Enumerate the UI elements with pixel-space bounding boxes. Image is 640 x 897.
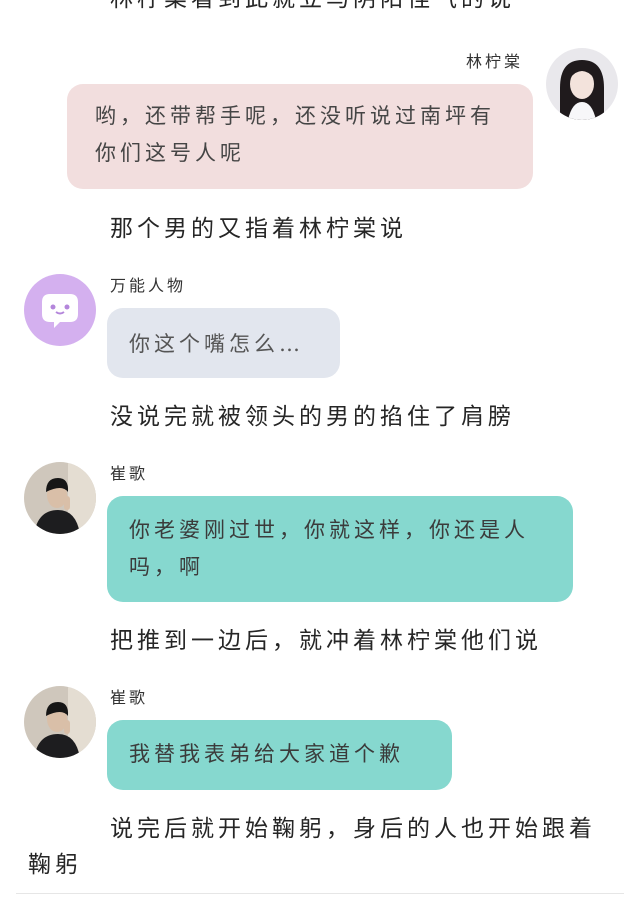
avatar[interactable]: [24, 462, 96, 534]
sender-name: 崔歌: [110, 464, 149, 483]
avatar[interactable]: [546, 48, 618, 120]
divider: [16, 893, 624, 894]
sender-name: 林柠棠: [466, 52, 524, 71]
avatar[interactable]: [24, 686, 96, 758]
message-bubble[interactable]: 哟，还带帮手呢，还没听说过南坪有你们这号人呢: [67, 84, 533, 189]
sender-name: 崔歌: [110, 688, 149, 707]
avatar[interactable]: [24, 274, 96, 346]
narration-line: 说完后就开始鞠躬，身后的人也开始跟着鞠躬: [28, 816, 596, 878]
message-bubble[interactable]: 你这个嘴怎么…: [107, 308, 340, 378]
narration-line: 把推到一边后，就冲着林柠棠他们说: [110, 628, 542, 654]
man-portrait-icon: [24, 686, 96, 758]
chat-bubble-face-icon: [24, 274, 96, 346]
sender-name: 万能人物: [110, 276, 187, 295]
narration-line: 没说完就被领头的男的掐住了肩膀: [110, 404, 515, 430]
man-portrait-icon: [24, 462, 96, 534]
narration-line: 林柠棠看到此就立马阴阳怪气的说: [110, 0, 515, 18]
message-bubble[interactable]: 你老婆刚过世，你就这样，你还是人吗，啊: [107, 496, 573, 602]
message-bubble[interactable]: 我替我表弟给大家道个歉: [107, 720, 452, 790]
narration-line: 那个男的又指着林柠棠说: [110, 216, 407, 242]
girl-portrait-icon: [546, 48, 618, 120]
